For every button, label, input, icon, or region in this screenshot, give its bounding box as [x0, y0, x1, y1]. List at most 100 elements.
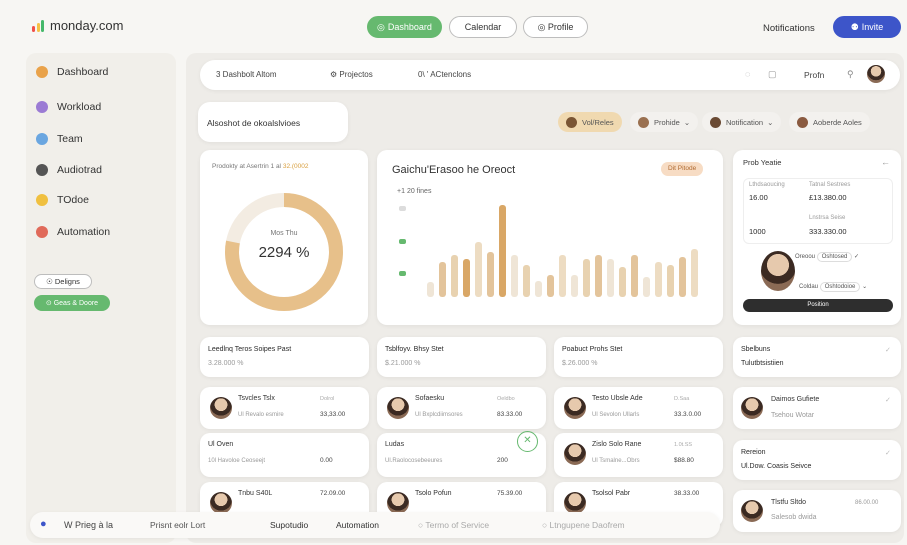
bar — [439, 262, 446, 297]
legend-dot — [399, 206, 406, 211]
bar — [679, 257, 686, 297]
bar — [523, 265, 530, 297]
task-card[interactable]: Ul Oven 10l Havoloe Ceoseejt 0.00 — [200, 433, 369, 477]
right-task-card-1: Daimos Gufiete Tsehou Wotar ✓ — [733, 387, 901, 429]
donut-card: Prodokty at Asertrin 1 al 32.(0002 Mos T… — [200, 150, 368, 325]
green-action-button[interactable]: ⊙ Geas & Doore — [34, 295, 110, 311]
sidebar-item-workload[interactable]: Workload — [36, 101, 101, 113]
bar — [535, 281, 542, 297]
sidebar-icon — [36, 226, 48, 238]
logo[interactable]: monday.com — [32, 18, 123, 33]
bar — [499, 205, 506, 297]
section-title: Alsoshot de okoalslvioes — [207, 118, 301, 128]
user-icon: ● — [40, 518, 47, 530]
shield-icon[interactable]: ▢ — [768, 69, 777, 80]
close-circle-icon[interactable]: ✕ — [517, 431, 538, 452]
task-tag: D.Saa — [674, 396, 690, 402]
user-plus-icon: ⚉ — [850, 21, 859, 32]
barchart-title: Gaichu'Erasoo he Oreoct — [392, 164, 516, 176]
task-card[interactable]: Sofaesku Ul Bxplcdiimsores Oeldbo 83.33.00 — [377, 387, 546, 429]
task-card[interactable]: Tsvcles Tslx Ul Revalo esmire Dolrol 33,33.… — [200, 387, 369, 429]
sidebar-icon — [36, 164, 48, 176]
sidebar-item-audiotrad[interactable]: Audiotrad — [36, 164, 102, 176]
filter-icon[interactable]: ⚲ — [847, 69, 854, 80]
stat-sub: 3.28.000 % — [208, 360, 244, 367]
task-avatar — [741, 397, 763, 419]
right-stat-card-2: Rereion Ul.Dow. Coasis Seivce ✓ — [733, 440, 901, 480]
clock-icon[interactable]: ◌ — [745, 69, 750, 79]
bar — [571, 275, 578, 297]
toolbar-tab-dashboard[interactable]: 3 Dashbolt Altom — [216, 70, 276, 79]
toolbar-tab-projects[interactable]: ⚙ Projectos — [330, 70, 373, 79]
toolbar-tab-actions[interactable]: 0\ ' ACtenclons — [418, 70, 471, 79]
task-name: Tsvcles Tslx — [238, 395, 275, 402]
barchart-card: Gaichu'Erasoo he Oreoct Dit Pitode +1 20… — [377, 150, 723, 325]
notifications-link[interactable]: Notifications — [763, 23, 815, 34]
person-icon — [797, 116, 808, 128]
task-tag: 1.0t.SS — [674, 442, 693, 448]
sidebar-item-todoe[interactable]: TOdoe — [36, 194, 89, 206]
chip-aoberde[interactable]: Aoberde Aoles — [789, 112, 870, 132]
stat-title: Tsblfoyv. Bhsy Stet — [385, 346, 444, 353]
task-avatar — [564, 492, 586, 514]
chip-notification[interactable]: Notification ⌄ — [702, 112, 782, 132]
chevron-down-icon: ⌄ — [767, 117, 774, 127]
bar — [691, 249, 698, 297]
bar — [655, 262, 662, 297]
task-card[interactable]: Testo Ubsle Ade Ul Sevolon Ullarls D.Saa 33… — [554, 387, 723, 429]
subheader-bar: Alsoshot de okoalslvioes — [198, 102, 348, 142]
tab-profile[interactable]: ◎ Profile — [523, 16, 588, 38]
option-2[interactable]: Coldau Oshtodoioe ⌄ — [799, 282, 867, 292]
person-icon — [710, 116, 721, 128]
sidebar-icon — [36, 101, 48, 113]
task-card[interactable]: Zislo Solo Rane Ul Tsmalne...Obrs 1.0t.SS $… — [554, 433, 723, 477]
invite-button[interactable]: ⚉ Invite — [833, 16, 901, 38]
bar — [583, 259, 590, 297]
footer-item-4[interactable]: ○ Termo of Service — [418, 520, 489, 530]
chevron-down-icon: ⌄ — [683, 117, 691, 127]
bar — [451, 255, 458, 297]
chip-prohide[interactable]: Prohide ⌄ — [630, 112, 699, 132]
user-avatar[interactable] — [867, 65, 885, 83]
legend-dot — [399, 239, 406, 244]
task-value: 83.33.00 — [497, 411, 523, 418]
toolbar-profile[interactable]: Profn — [804, 70, 824, 80]
task-value: 38.33.00 — [674, 490, 700, 497]
tab-calendar[interactable]: Calendar — [449, 16, 517, 38]
task-name: Testo Ubsle Ade — [592, 395, 643, 402]
r1b-value: £13.380.00 — [809, 193, 847, 202]
right-panel-title: Prob Yeatie — [743, 158, 782, 167]
bar-chart — [427, 205, 698, 297]
donut-center-value: 2294 % — [258, 244, 310, 261]
bar — [619, 267, 626, 297]
stat-card: Tsblfoyv. Bhsy Stet $.21.000 % — [377, 337, 546, 377]
sidebar-icon — [36, 194, 48, 206]
option-1[interactable]: Oreoou Oshtosed ✓ — [795, 252, 859, 262]
barchart-badge: Dit Pitode — [661, 162, 704, 176]
designs-button[interactable]: ☉ Deligns — [34, 274, 92, 289]
footer-help[interactable]: W Prieg à la — [64, 520, 113, 530]
footer-item-2[interactable]: Supotudio — [270, 520, 308, 530]
task-name: Zislo Solo Rane — [592, 441, 642, 448]
footer-item-1[interactable]: Prisnt eolr Lort — [150, 520, 205, 530]
right-stat-sub: Tulutbtsistiien — [741, 360, 784, 367]
task-value: $88.80 — [674, 457, 694, 464]
stat-card: Leedlnq Teros Soipes Past 3.28.000 % — [200, 337, 369, 377]
sidebar-item-team[interactable]: Team — [36, 133, 83, 145]
task-sub: 10l Havoloe Ceoseejt — [208, 458, 266, 464]
right-task-card-2: Tlstfu Sltdo Salesob dwida 86.00.00 — [733, 490, 901, 532]
tab-dashboard[interactable]: ◎ Dashboard — [367, 16, 442, 38]
position-button[interactable]: Position — [743, 299, 893, 312]
chip-volreles[interactable]: Vol/Reles — [558, 112, 622, 132]
task-sub: Ul.Raolocosebeeures — [385, 458, 443, 464]
task-value: 72.09.00 — [320, 490, 346, 497]
tab-icon: 3 — [216, 70, 223, 79]
back-arrow-icon[interactable]: ← — [881, 157, 890, 167]
sidebar-item-dashboard[interactable]: Dashboard — [36, 66, 108, 78]
footer-item-3[interactable]: Automation — [336, 520, 379, 530]
footer-item-5[interactable]: ○ Ltngupene Daofrem — [542, 520, 625, 530]
task-avatar — [564, 397, 586, 419]
sidebar-item-automation[interactable]: Automation — [36, 226, 110, 238]
donut-label: Prodokty at Asertrin 1 al 32.(0002 — [212, 163, 309, 170]
task-sub: Tsehou Wotar — [771, 412, 815, 419]
